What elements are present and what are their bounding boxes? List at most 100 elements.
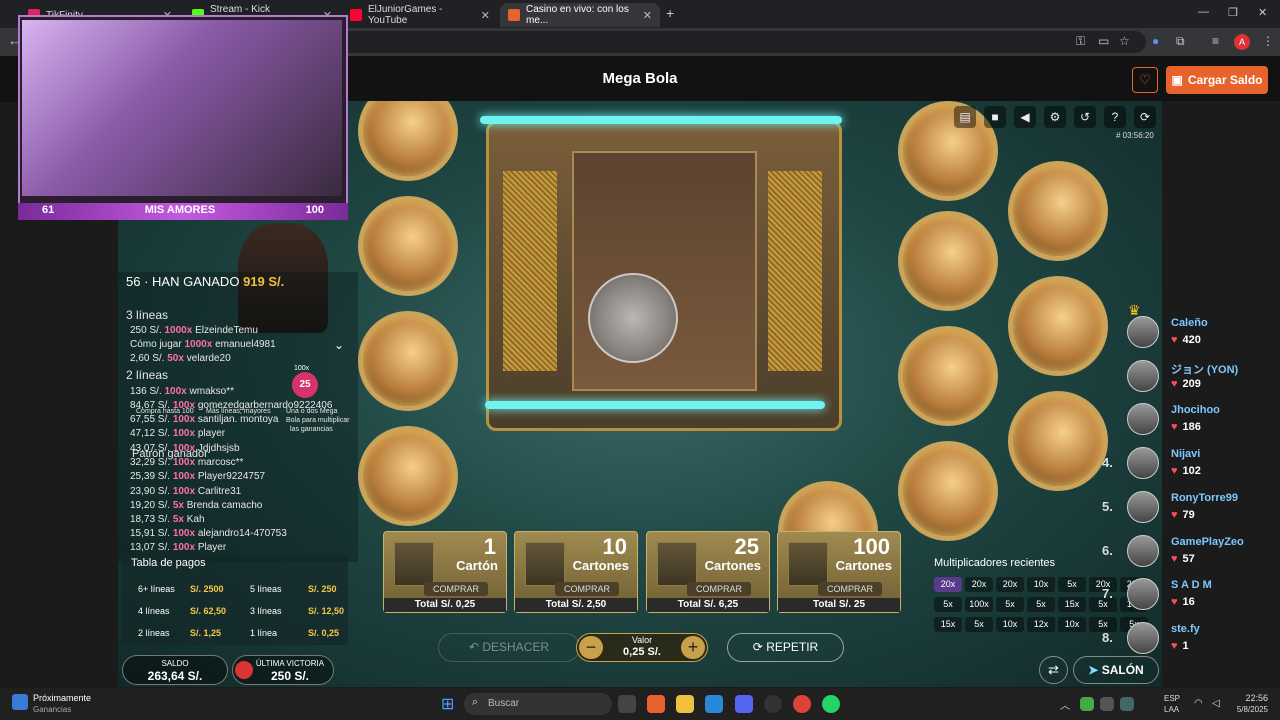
card-total: Total S/. 0,25 xyxy=(384,598,506,612)
winner-row: 25,39 S/. 100x Player9224757 xyxy=(130,471,265,482)
payout-amount: S/. 2500 xyxy=(190,584,224,594)
winner-mult: 100x xyxy=(172,471,196,482)
winner-mult: 100x xyxy=(172,414,196,425)
restore-icon[interactable]: ❐ xyxy=(1228,6,1238,19)
key-icon[interactable]: ⚿ xyxy=(1076,34,1085,49)
tray-app-icon[interactable] xyxy=(1120,697,1134,711)
viewer-score: 420 xyxy=(1171,334,1201,346)
discord-icon[interactable] xyxy=(735,695,753,713)
card-total: Total S/. 6,25 xyxy=(647,598,769,612)
undo-icon: ↶ xyxy=(468,640,483,654)
star-icon[interactable]: ☆ xyxy=(1119,34,1130,48)
repeat-button[interactable]: ⟳ REPETIR xyxy=(727,633,844,662)
chat-icon[interactable]: ▤ xyxy=(954,106,976,128)
extension-badge-icon[interactable]: ● xyxy=(1152,34,1159,48)
task-view-icon[interactable] xyxy=(618,695,636,713)
load-balance-button[interactable]: ▣ Cargar Saldo xyxy=(1166,66,1268,94)
multiplier-chip: 5x xyxy=(965,617,993,632)
winner-amount: 15,91 S/. xyxy=(130,528,171,539)
card-option[interactable]: 1 Cartón COMPRAR Total S/. 0,25 xyxy=(383,531,507,613)
winner-row: 2,60 S/. 50x velarde20 xyxy=(130,353,231,364)
buy-button[interactable]: COMPRAR xyxy=(687,582,751,596)
widget-subtitle: Ganancias xyxy=(33,705,72,714)
card-option[interactable]: 25 Cartones COMPRAR Total S/. 6,25 xyxy=(646,531,770,613)
taskbar-search[interactable]: Buscar xyxy=(464,693,612,715)
chevron-down-icon[interactable]: ⌄ xyxy=(334,338,344,352)
tray-chevron-icon[interactable]: ︿ xyxy=(1060,697,1070,712)
viewer-score: 16 xyxy=(1171,596,1195,608)
tab-casino[interactable]: Casino en vivo: con los me... ✕ xyxy=(500,3,660,27)
undo-button[interactable]: ↶ DESHACER xyxy=(438,633,580,662)
puzzle-icon[interactable]: ⧉ xyxy=(1176,34,1185,49)
salon-button[interactable]: ➤ SALÓN xyxy=(1073,656,1159,684)
menu-icon[interactable]: ⋮ xyxy=(1262,34,1274,48)
payout-lines: 1 línea xyxy=(250,628,278,638)
file-explorer-icon[interactable] xyxy=(676,695,694,713)
winner-user: wmakso** xyxy=(189,386,234,397)
camera-icon[interactable]: ■ xyxy=(984,106,1006,128)
store-icon[interactable] xyxy=(705,695,723,713)
windows-start-icon[interactable]: ⊞ xyxy=(441,694,454,714)
chrome-icon[interactable] xyxy=(793,695,811,713)
tray-app-icon[interactable] xyxy=(1080,697,1094,711)
viewer-rank: 7. xyxy=(1102,586,1113,601)
settings-icon[interactable]: ⚙ xyxy=(1044,106,1066,128)
repeat-label: REPETIR xyxy=(766,640,819,654)
whatsapp-icon[interactable] xyxy=(822,695,840,713)
fullscreen-icon[interactable]: ⟳ xyxy=(1134,106,1156,128)
decrease-button[interactable]: − xyxy=(579,636,603,659)
winner-row: 18,73 S/. 5x Kah xyxy=(130,514,205,525)
volume-icon[interactable]: ◀ xyxy=(1014,106,1036,128)
minimize-icon[interactable]: — xyxy=(1198,6,1209,18)
profile-avatar[interactable]: A xyxy=(1234,34,1250,50)
clock-time[interactable]: 22:56 xyxy=(1234,693,1268,703)
widget-title[interactable]: Próximamente xyxy=(33,693,91,703)
decor-ring xyxy=(1008,391,1108,491)
tray-app-icon[interactable] xyxy=(1100,697,1114,711)
winners-header: 56 · HAN GANADO 919 S/. xyxy=(126,274,284,289)
multipliers-title: Multiplicadores recientes xyxy=(934,557,1056,569)
winner-amount: 18,73 S/. xyxy=(130,514,171,525)
brave-icon[interactable] xyxy=(647,695,665,713)
balance-label: SALDO xyxy=(161,659,189,668)
history-icon[interactable]: ↺ xyxy=(1074,106,1096,128)
card-option[interactable]: 100 Cartones COMPRAR Total S/. 25 xyxy=(777,531,901,613)
card-count: 10 xyxy=(602,534,627,559)
tab-label: Casino en vivo: con los me... xyxy=(526,4,629,26)
card-option[interactable]: 10 Cartones COMPRAR Total S/. 2,50 xyxy=(514,531,638,613)
obs-icon[interactable] xyxy=(764,695,782,713)
tab-youtube[interactable]: ElJuniorGames - YouTube ✕ xyxy=(342,3,498,27)
balance-value: 263,64 S/. xyxy=(147,669,203,683)
multiplier-chip: 100x xyxy=(965,597,993,612)
cast-icon[interactable]: ▭ xyxy=(1098,34,1109,48)
glitter-panel xyxy=(768,171,822,371)
winner-user: santiljan. montoya xyxy=(197,414,279,425)
viewer-rank: 4. xyxy=(1102,455,1113,470)
buy-button[interactable]: COMPRAR xyxy=(818,582,882,596)
buy-button[interactable]: COMPRAR xyxy=(555,582,619,596)
lobby-history-button[interactable]: ⇄ xyxy=(1039,656,1068,684)
help-icon[interactable]: ? xyxy=(1104,106,1126,128)
keyboard-lang[interactable]: ESP xyxy=(1164,694,1180,703)
close-icon[interactable]: ✕ xyxy=(481,9,490,22)
buy-button[interactable]: COMPRAR xyxy=(424,582,488,596)
balance-box: SALDO 263,64 S/. xyxy=(122,655,228,685)
increase-button[interactable]: + xyxy=(681,636,705,659)
wifi-icon[interactable]: ◠ xyxy=(1194,698,1203,709)
media-icon[interactable]: ≡ xyxy=(1212,34,1219,48)
winner-user: Kah xyxy=(186,514,205,525)
winners-text: HAN GANADO xyxy=(152,274,240,289)
viewer-score: 209 xyxy=(1171,378,1201,390)
winner-amount: 2,60 S/. xyxy=(130,353,165,364)
favorite-button[interactable]: ♡ xyxy=(1132,67,1158,93)
mega-hint: Una o dos Mega xyxy=(286,408,338,415)
winner-amount: 13,07 S/. xyxy=(130,542,171,553)
multiplier-chip: 5x xyxy=(1058,577,1086,592)
card-label: Cartón xyxy=(456,558,498,573)
volume-tray-icon[interactable]: ◁ xyxy=(1212,698,1220,709)
close-icon[interactable]: ✕ xyxy=(643,9,652,22)
streamer-camera xyxy=(22,20,342,196)
close-window-icon[interactable]: ✕ xyxy=(1258,6,1267,19)
new-tab-button[interactable]: + xyxy=(666,5,674,21)
payout-lines: 4 líneas xyxy=(138,606,170,616)
